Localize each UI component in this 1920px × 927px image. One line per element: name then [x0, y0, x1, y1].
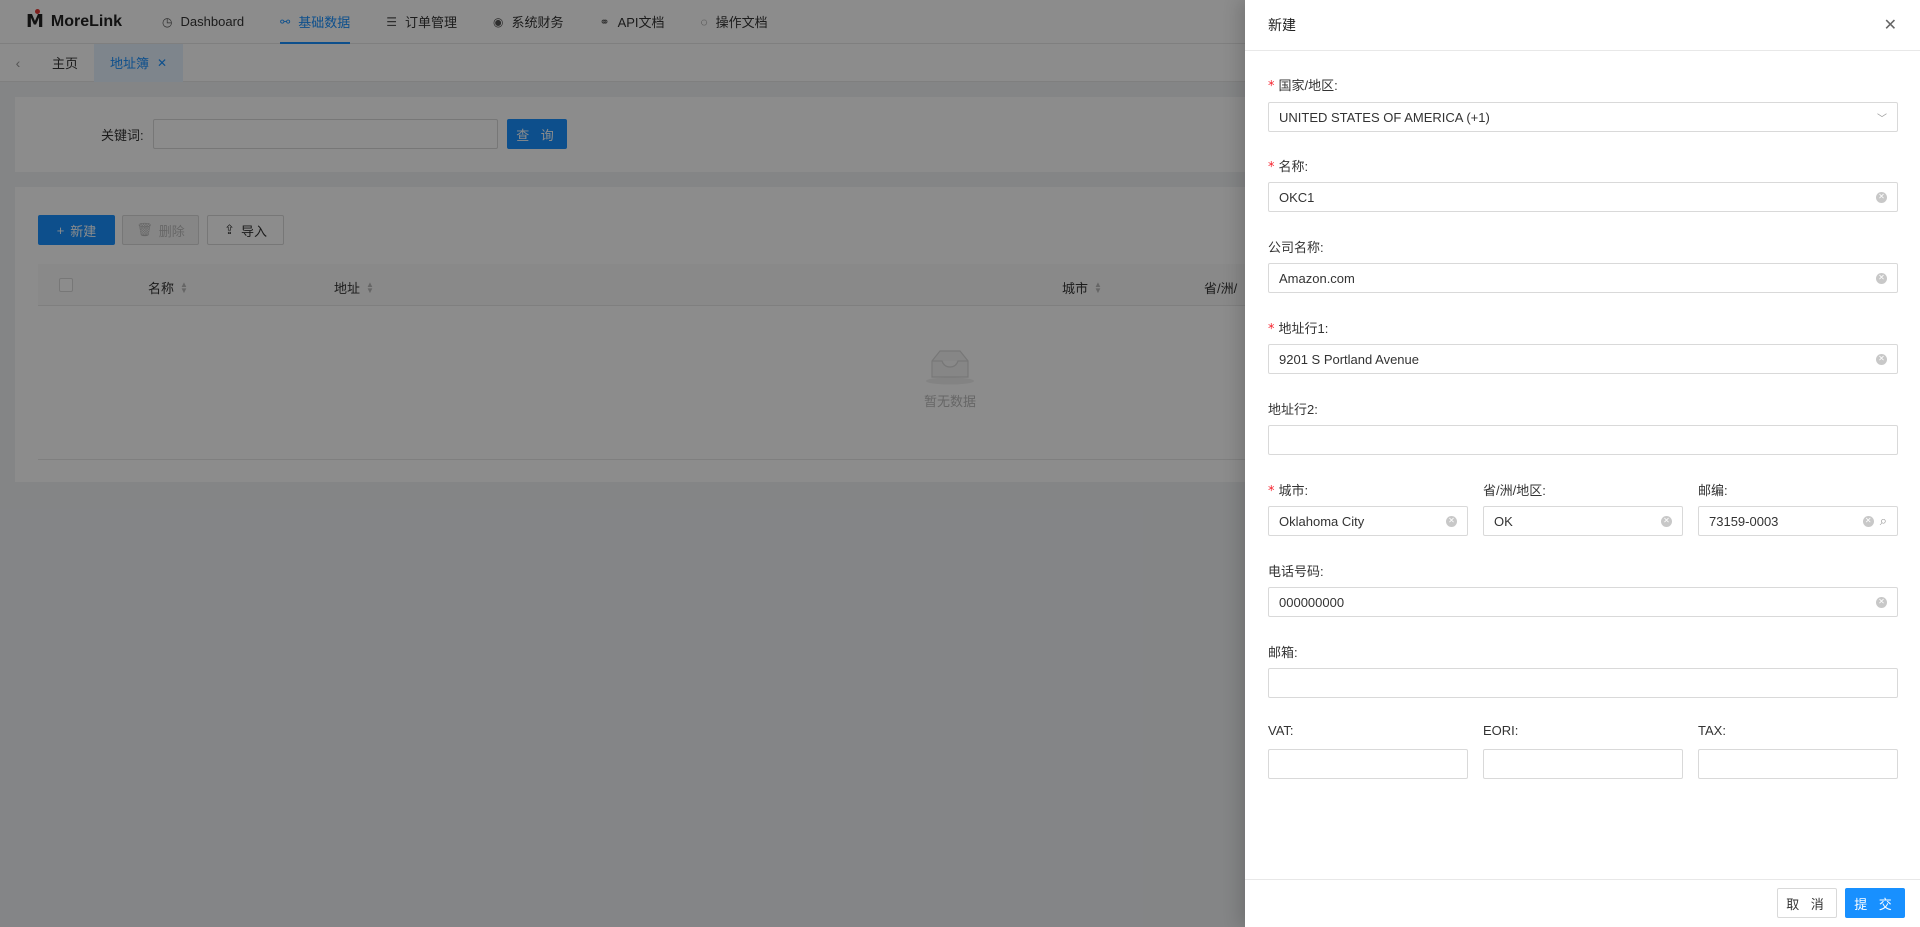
email-label: 邮箱:	[1268, 642, 1298, 661]
zip-label: 邮编:	[1698, 480, 1728, 499]
clear-icon[interactable]: ✕	[1446, 515, 1457, 527]
label-text: 电话号码:	[1268, 564, 1324, 579]
city-value: Oklahoma City	[1279, 513, 1365, 529]
phone-label: 电话号码:	[1268, 561, 1324, 580]
eori-input[interactable]	[1483, 749, 1683, 779]
close-icon[interactable]: ✕	[1884, 15, 1897, 35]
label-text: 地址行2:	[1268, 402, 1318, 417]
drawer-title: 新建	[1268, 17, 1296, 33]
cancel-button[interactable]: 取 消	[1777, 888, 1837, 918]
city-input[interactable]: Oklahoma City ✕	[1268, 506, 1468, 536]
eori-label: EORI:	[1483, 723, 1518, 738]
address1-label: * 地址行1:	[1268, 318, 1328, 337]
name-label: * 名称:	[1268, 156, 1308, 175]
drawer-header: 新建 ✕	[1245, 0, 1920, 51]
required-mark: *	[1268, 160, 1275, 175]
state-value: OK	[1494, 513, 1513, 529]
email-input[interactable]	[1268, 668, 1898, 698]
vat-input[interactable]	[1268, 749, 1468, 779]
label-text: 邮箱:	[1268, 645, 1298, 660]
label-text: 邮编:	[1698, 483, 1728, 498]
clear-icon[interactable]: ✕	[1876, 353, 1887, 365]
zip-input[interactable]: 73159-0003 ✕ ⌕	[1698, 506, 1898, 536]
required-mark: *	[1268, 484, 1275, 499]
address2-label: 地址行2:	[1268, 399, 1318, 418]
label-text: 省/洲/地区:	[1483, 483, 1546, 498]
address1-input[interactable]: 9201 S Portland Avenue ✕	[1268, 344, 1898, 374]
state-input[interactable]: OK ✕	[1483, 506, 1683, 536]
new-address-drawer: 新建 ✕ * 国家/地区: UNITED STATES OF AMERICA (+…	[1245, 0, 1920, 927]
clear-icon[interactable]: ✕	[1876, 272, 1887, 284]
name-value: OKC1	[1279, 189, 1315, 205]
phone-value: 000000000	[1279, 594, 1345, 610]
label-text: VAT:	[1268, 723, 1294, 738]
submit-button[interactable]: 提 交	[1845, 888, 1905, 918]
tax-label: TAX:	[1698, 723, 1726, 738]
name-input[interactable]: OKC1 ✕	[1268, 182, 1898, 212]
zip-value: 73159-0003	[1709, 513, 1779, 529]
phone-input[interactable]: 000000000 ✕	[1268, 587, 1898, 617]
label-text: 名称:	[1278, 159, 1309, 174]
label-text: 公司名称:	[1268, 240, 1324, 255]
clear-icon[interactable]: ✕	[1876, 191, 1887, 203]
company-input[interactable]: Amazon.com ✕	[1268, 263, 1898, 293]
drawer-footer: 取 消 提 交	[1245, 879, 1920, 927]
company-label: 公司名称:	[1268, 237, 1324, 256]
required-mark: *	[1268, 322, 1275, 337]
country-select[interactable]: UNITED STATES OF AMERICA (+1) ﹀	[1268, 102, 1898, 132]
country-label: * 国家/地区:	[1268, 75, 1338, 94]
label-text: TAX:	[1698, 723, 1726, 738]
label-text: 地址行1:	[1278, 321, 1329, 336]
vat-label: VAT:	[1268, 723, 1294, 738]
company-value: Amazon.com	[1279, 270, 1355, 286]
label-text: EORI:	[1483, 723, 1519, 738]
chevron-down-icon: ﹀	[1877, 113, 1887, 125]
label-text: 国家/地区:	[1278, 78, 1338, 93]
country-value: UNITED STATES OF AMERICA (+1)	[1279, 109, 1490, 125]
clear-icon[interactable]: ✕	[1661, 515, 1672, 527]
search-icon[interactable]: ⌕	[1880, 513, 1887, 529]
address1-value: 9201 S Portland Avenue	[1279, 351, 1419, 367]
address2-input[interactable]	[1268, 425, 1898, 455]
state-label: 省/洲/地区:	[1483, 480, 1546, 499]
label-text: 城市:	[1278, 483, 1309, 498]
clear-icon[interactable]: ✕	[1862, 515, 1874, 527]
clear-icon[interactable]: ✕	[1876, 596, 1887, 608]
city-label: * 城市:	[1268, 480, 1308, 499]
tax-input[interactable]	[1698, 749, 1898, 779]
required-mark: *	[1268, 79, 1275, 94]
